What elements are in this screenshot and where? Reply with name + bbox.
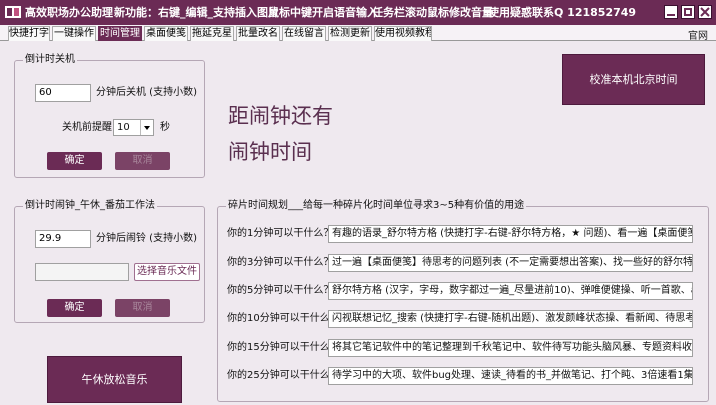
- tab-check-update[interactable]: 检测更新: [328, 26, 372, 41]
- close-button[interactable]: [698, 5, 712, 19]
- shutdown-minutes-suffix: 分钟后关机 (支持小数): [96, 87, 197, 98]
- fragment-time-legend: 碎片时间规划___给每一种碎片化时间单位寻求3~5种有价值的用途: [226, 200, 527, 212]
- alarm-confirm-button[interactable]: 确定: [47, 299, 102, 317]
- shutdown-confirm-button[interactable]: 确定: [47, 152, 102, 170]
- title-bar: 高效职场办公助理 新功能：右键_编辑_支持插入图片 鼠标中键开启语音输入 任务栏…: [0, 0, 716, 25]
- tab-online-message[interactable]: 在线留言: [282, 26, 326, 41]
- remind-seconds-value: 10: [117, 122, 130, 133]
- maximize-button[interactable]: [681, 5, 695, 19]
- time-remaining-text: 距闹钟还有: [228, 104, 333, 128]
- question-15min: 你的15分钟可以干什么？: [227, 342, 340, 353]
- official-website-link[interactable]: 官网: [688, 27, 708, 42]
- nap-music-button[interactable]: 午休放松音乐: [47, 356, 182, 403]
- answer-5min[interactable]: 舒尔特方格 (汉字，字母，数字都过一遍_尽量进前10)、弹唯便健操、听一首歌、a…: [328, 282, 693, 300]
- contact-info: 使用疑惑联系Q 121852749: [488, 6, 637, 19]
- remind-label: 关机前提醒: [62, 122, 112, 133]
- shutdown-legend: 倒计时关机: [23, 54, 77, 66]
- alarm-legend: 倒计时闹钟_午休_番茄工作法: [23, 200, 157, 212]
- question-1min: 你的1分钟可以干什么？: [227, 228, 334, 239]
- remind-seconds-select[interactable]: 10: [113, 119, 154, 136]
- tab-procrastination[interactable]: 拖延克星: [190, 26, 234, 41]
- tab-time-management[interactable]: 时间管理: [98, 26, 142, 41]
- tab-video-tutorial[interactable]: 使用视频教程: [374, 26, 432, 41]
- close-icon: [700, 7, 710, 17]
- tab-one-click[interactable]: 一键操作: [52, 26, 96, 41]
- music-path-input[interactable]: [35, 263, 129, 281]
- choose-music-button[interactable]: 选择音乐文件: [134, 263, 200, 281]
- minimize-button[interactable]: [664, 5, 678, 19]
- alarm-time-text: 闹钟时间: [228, 140, 312, 164]
- answer-15min[interactable]: 将其它笔记软件中的笔记整理到千秋笔记中、软件待写功能头脑风暴、专题资料收集、: [328, 339, 693, 357]
- question-5min: 你的5分钟可以干什么？: [227, 285, 334, 296]
- answer-10min[interactable]: 闪视联想记忆_搜索 (快捷打字-右键-随机出题)、激发颜峰状态操、看新闻、待思考…: [328, 310, 693, 328]
- answer-1min[interactable]: 有趣的语录_舒尔特方格 (快捷打字-右键-舒尔特方格，★ 问题)、看一遍【桌面便…: [328, 225, 693, 243]
- question-3min: 你的3分钟可以干什么？: [227, 257, 334, 268]
- answer-25min[interactable]: 待学习中的大项、软件bug处理、速读_待看的书_并做笔记、打个盹、3倍速看1集视…: [328, 367, 693, 385]
- countdown-display: 距闹钟还有 闹钟时间: [228, 98, 333, 170]
- shutdown-minutes-input[interactable]: 60: [35, 84, 91, 102]
- alarm-minutes-suffix: 分钟后闹铃 (支持小数): [96, 233, 197, 244]
- taskbar-scroll-tip: 任务栏滚动鼠标修改音量: [372, 6, 493, 19]
- middle-click-tip: 鼠标中键开启语音输入: [268, 6, 378, 19]
- shutdown-cancel-button[interactable]: 取消: [115, 152, 170, 170]
- remind-unit: 秒: [160, 122, 170, 133]
- question-10min: 你的10分钟可以干什么？: [227, 313, 340, 324]
- tab-desktop-notes[interactable]: 桌面便笺: [144, 26, 188, 41]
- shutdown-group: 倒计时关机: [14, 54, 205, 178]
- tab-quick-typing[interactable]: 快捷打字: [8, 26, 50, 41]
- new-feature-notice[interactable]: 新功能：右键_编辑_支持插入图片: [114, 5, 279, 20]
- app-title: 高效职场办公助理: [25, 6, 113, 19]
- alarm-cancel-button[interactable]: 取消: [115, 299, 170, 317]
- chevron-down-icon[interactable]: [140, 120, 153, 135]
- tab-batch-rename[interactable]: 批量改名: [236, 26, 280, 41]
- question-25min: 你的25分钟可以干什么？: [227, 370, 340, 381]
- tab-bar: 快捷打字 一键操作 时间管理 桌面便笺 拖延克星 批量改名 在线留言 检测更新 …: [0, 25, 716, 42]
- sync-beijing-time-button[interactable]: 校准本机北京时间: [562, 54, 705, 105]
- app-logo-icon: [5, 5, 21, 19]
- alarm-minutes-input[interactable]: 29.9: [35, 230, 91, 248]
- answer-3min[interactable]: 过一遍【桌面便笺】待思考的问题列表 (不一定需要想出答案)、找一些好的舒尔特方格…: [328, 254, 693, 272]
